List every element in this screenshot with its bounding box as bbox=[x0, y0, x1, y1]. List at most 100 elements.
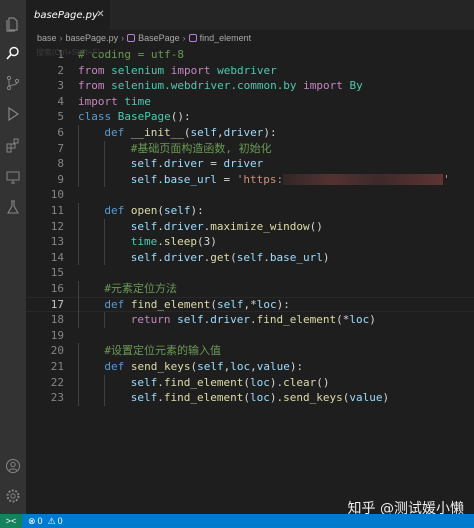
activity-bar bbox=[0, 0, 26, 514]
code-token: () bbox=[309, 219, 323, 233]
line-number: 7 bbox=[57, 141, 64, 155]
code-token: import bbox=[78, 94, 125, 108]
code-token: driver bbox=[210, 313, 251, 327]
code-token: = bbox=[203, 157, 224, 171]
code-token: () bbox=[316, 375, 330, 389]
indent-guide bbox=[78, 343, 79, 359]
remote-indicator-icon[interactable]: >< bbox=[0, 514, 22, 528]
run-debug-icon[interactable] bbox=[3, 104, 23, 124]
indent-guide bbox=[78, 296, 79, 313]
tab-basepage-py[interactable]: basePage.py ✕ bbox=[26, 0, 110, 30]
code-token: . bbox=[157, 172, 164, 186]
breadcrumb-folder[interactable]: base bbox=[37, 33, 57, 43]
code-line[interactable]: self.driver.maximize_window() bbox=[131, 219, 323, 235]
breadcrumb-class[interactable]: BasePage bbox=[138, 33, 180, 43]
source-control-icon[interactable] bbox=[3, 73, 23, 93]
indent-guide bbox=[104, 171, 106, 188]
code-token: loc bbox=[256, 297, 277, 311]
code-token: loc bbox=[349, 313, 370, 327]
explorer-files-icon[interactable] bbox=[3, 14, 23, 34]
code-line[interactable]: #元素定位方法 bbox=[104, 281, 177, 297]
editor-tab-bar: basePage.py ✕ bbox=[26, 0, 474, 30]
line-number: 20 bbox=[50, 344, 64, 358]
code-token: ): bbox=[190, 204, 204, 217]
code-token: . bbox=[157, 235, 164, 249]
code-line[interactable]: #设置定位元素的输入值 bbox=[104, 343, 221, 359]
indent-guide bbox=[78, 140, 79, 157]
extensions-icon[interactable] bbox=[3, 135, 23, 155]
code-editor[interactable]: 1 2 3 4 5 6 7 8 9 10 11 12 13 14 15 16 17 18 19 20 21 22 23 # … bbox=[26, 45, 474, 514]
code-token: (): bbox=[170, 110, 191, 124]
code-token: BasePage bbox=[117, 110, 171, 124]
code-line[interactable]: self.find_element(loc).clear() bbox=[131, 375, 330, 391]
code-token: ): bbox=[289, 360, 304, 373]
code-token: #设置定位元素的输入值 bbox=[104, 344, 222, 358]
close-icon[interactable]: ✕ bbox=[95, 9, 106, 20]
code-line[interactable]: class BasePage(): bbox=[78, 109, 191, 125]
code-line[interactable]: time.sleep(3) bbox=[131, 234, 217, 250]
code-line[interactable]: self.find_element(loc).send_keys(value) bbox=[131, 390, 389, 406]
warning-icon: ⚠ bbox=[47, 515, 56, 526]
indent-guide bbox=[78, 359, 79, 375]
search-icon[interactable] bbox=[3, 43, 23, 63]
code-line[interactable]: def open(self): bbox=[104, 203, 203, 219]
code-token: . bbox=[250, 313, 257, 327]
code-token: base_url bbox=[269, 250, 323, 264]
code-line[interactable]: self.driver = driver bbox=[131, 156, 264, 172]
code-token: from bbox=[78, 63, 112, 77]
testing-flask-icon[interactable] bbox=[3, 197, 23, 217]
code-token: By bbox=[349, 79, 363, 93]
code-token: def bbox=[104, 297, 131, 311]
line-number: 23 bbox=[50, 391, 64, 405]
code-token: send_keys bbox=[283, 391, 343, 405]
line-number: 22 bbox=[50, 375, 64, 389]
tab-label: basePage.py bbox=[34, 9, 98, 21]
code-token: self bbox=[236, 250, 264, 264]
breadcrumb-method[interactable]: find_element bbox=[200, 33, 252, 43]
code-token: = bbox=[216, 172, 237, 186]
code-token: self bbox=[217, 297, 244, 311]
code-token: loc bbox=[230, 360, 251, 373]
indent-guide bbox=[78, 312, 79, 328]
code-line[interactable]: def send_keys(self,loc,value): bbox=[104, 359, 303, 375]
code-token: . bbox=[157, 391, 164, 405]
line-number: 11 bbox=[50, 204, 64, 217]
code-token: send_keys bbox=[130, 360, 191, 373]
code-line[interactable]: self.base_url = 'https: ' bbox=[131, 172, 450, 188]
code-line[interactable]: def find_element(self,*loc): bbox=[104, 297, 289, 313]
settings-gear-icon[interactable] bbox=[3, 486, 23, 506]
code-token: class bbox=[78, 110, 118, 124]
indent-guide bbox=[104, 234, 106, 250]
breadcrumb-file[interactable]: basePage.py bbox=[66, 33, 119, 43]
code-token: #基础页面构造函数, 初始化 bbox=[130, 141, 272, 155]
indent-guide bbox=[104, 249, 106, 266]
code-line[interactable]: from selenium import webdriver bbox=[78, 63, 277, 79]
code-token: driver bbox=[163, 157, 204, 171]
code-line[interactable]: import time bbox=[78, 94, 151, 110]
code-token: maximize_window bbox=[210, 219, 310, 233]
code-token: selenium bbox=[111, 63, 165, 77]
code-line[interactable]: return self.driver.find_element(*loc) bbox=[131, 312, 376, 328]
code-line[interactable]: self.driver.get(self.base_url) bbox=[131, 250, 330, 266]
line-number: 21 bbox=[50, 360, 64, 373]
code-line[interactable]: from selenium.webdriver.common.by import… bbox=[78, 78, 363, 94]
code-token: self bbox=[130, 172, 158, 186]
line-number: 16 bbox=[50, 282, 64, 295]
line-number: 15 bbox=[50, 266, 64, 280]
search-hint-ghost-text: 搜索(Ctrl+Shift+F) bbox=[36, 48, 101, 57]
breadcrumb: base › basePage.py › BasePage › find_ele… bbox=[26, 30, 474, 45]
account-icon[interactable] bbox=[3, 456, 23, 476]
problems-indicator[interactable]: ⊗ 0 ⚠ 0 bbox=[28, 516, 63, 527]
code-token: (3) bbox=[197, 235, 217, 249]
code-token: ) bbox=[382, 391, 390, 405]
remote-explorer-icon[interactable] bbox=[3, 167, 23, 187]
code-line[interactable]: def __init__(self,driver): bbox=[104, 125, 276, 141]
code-token: ). bbox=[269, 391, 284, 405]
code-token: . bbox=[157, 250, 164, 264]
code-line[interactable]: #基础页面构造函数, 初始化 bbox=[131, 141, 272, 157]
indent-guide bbox=[78, 390, 79, 406]
code-token: ( bbox=[230, 250, 237, 264]
code-token: ): bbox=[263, 126, 277, 139]
code-token: sleep bbox=[163, 235, 198, 249]
line-number: 5 bbox=[57, 110, 64, 124]
